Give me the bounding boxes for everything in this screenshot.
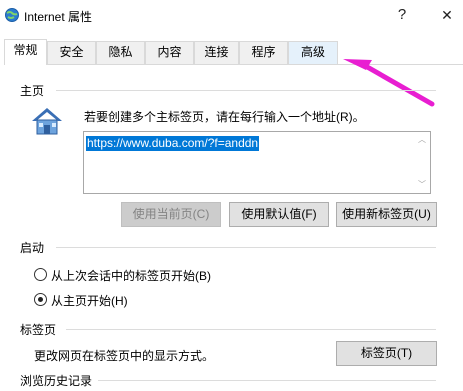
use-current-button[interactable]: 使用当前页(C)	[121, 202, 221, 227]
window-title: Internet 属性	[24, 10, 93, 24]
tab-advanced[interactable]: 高级	[288, 41, 338, 64]
homepage-heading: 主页	[20, 84, 45, 98]
homepage-instruction: 若要创建多个主标签页，请在每行输入一个地址(R)。	[84, 110, 365, 124]
use-default-button[interactable]: 使用默认值(F)	[229, 202, 329, 227]
tabs-settings-button[interactable]: 标签页(T)	[336, 341, 437, 366]
tab-security[interactable]: 安全	[47, 41, 96, 64]
radio-last-session-label[interactable]: 从上次会话中的标签页开始(B)	[51, 267, 211, 284]
house-icon	[32, 108, 62, 135]
tab-privacy[interactable]: 隐私	[96, 41, 145, 64]
scroll-up-icon[interactable]: ︿	[417, 135, 427, 145]
title-bar: Internet 属性 ? ✕	[0, 0, 463, 34]
use-new-tab-button[interactable]: 使用新标签页(U)	[336, 202, 437, 227]
tab-connections[interactable]: 连接	[194, 41, 239, 64]
homepage-divider	[56, 90, 436, 91]
tabs-heading: 标签页	[20, 323, 57, 337]
close-button[interactable]: ✕	[434, 4, 460, 26]
textarea-scrollbar[interactable]: ︿ ﹀	[414, 132, 430, 193]
radio-homepage[interactable]	[34, 293, 47, 306]
startup-divider	[56, 247, 436, 248]
tab-programs[interactable]: 程序	[239, 41, 288, 64]
tab-content[interactable]: 内容	[145, 41, 194, 64]
homepage-url: https://www.duba.com/?f=anddn	[86, 136, 260, 151]
radio-last-session[interactable]	[34, 268, 47, 281]
radio-selected-dot	[38, 297, 43, 302]
tabs-divider	[66, 329, 436, 330]
history-divider	[98, 380, 436, 381]
history-heading: 浏览历史记录	[20, 374, 93, 388]
internet-globe-icon	[5, 8, 19, 22]
radio-homepage-label[interactable]: 从主页开始(H)	[51, 292, 128, 309]
scroll-down-icon[interactable]: ﹀	[417, 180, 427, 190]
tab-general[interactable]: 常规	[4, 39, 47, 65]
startup-heading: 启动	[20, 241, 45, 255]
help-button[interactable]: ?	[389, 4, 415, 26]
tabs-description: 更改网页在标签页中的显示方式。	[34, 349, 215, 363]
homepage-textarea[interactable]: https://www.duba.com/?f=anddn ︿ ﹀	[83, 131, 431, 194]
